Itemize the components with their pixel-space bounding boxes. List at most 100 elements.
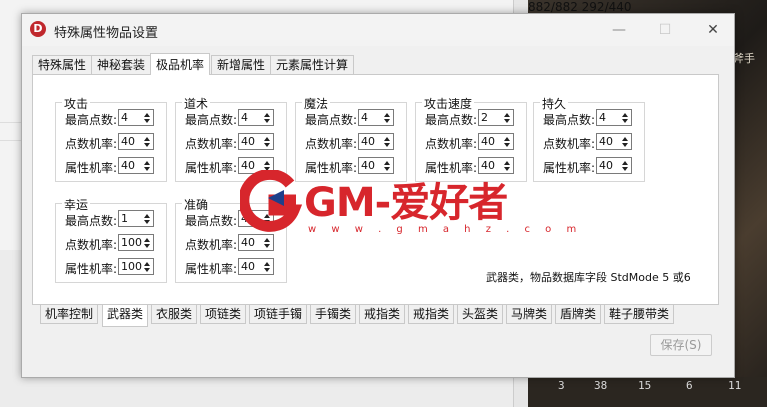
watermark: GM-爱好者 w w w . g m a h z . c o m	[240, 168, 576, 248]
max-points-spinner[interactable]: 4	[358, 109, 394, 126]
game-hotbar: 3 38 15 6 11	[528, 377, 767, 407]
spinner-value: 40	[599, 159, 613, 172]
max-points-spinner[interactable]: 4	[118, 109, 154, 126]
spinner-arrows-icon[interactable]	[143, 158, 152, 173]
spinner-arrows-icon[interactable]	[503, 134, 512, 149]
point-rate-spinner[interactable]: 40	[238, 133, 274, 150]
spinner-arrows-icon[interactable]	[143, 110, 152, 125]
group-durability: 持久 最高点数: 4 点数机率: 40 属性机率: 40	[533, 95, 645, 182]
minimize-button[interactable]: —	[604, 20, 634, 40]
spinner-value: 2	[481, 111, 488, 124]
attr-rate-spinner[interactable]: 40	[118, 157, 154, 174]
spinner-value: 100	[121, 260, 142, 273]
max-points-label: 最高点数:	[185, 214, 238, 228]
spinner-arrows-icon[interactable]	[143, 235, 152, 250]
attr-rate-label: 属性机率:	[65, 262, 118, 276]
spinner-value: 40	[599, 135, 613, 148]
spinner-value: 40	[241, 260, 255, 273]
tab-mystery-set[interactable]: 神秘套装	[91, 55, 152, 74]
hotbar-count: 11	[728, 379, 742, 392]
spinner-arrows-icon[interactable]	[263, 134, 272, 149]
attr-rate-label: 属性机率:	[185, 161, 238, 175]
window-title: 特殊属性物品设置	[54, 26, 159, 41]
attr-rate-label: 属性机率:	[185, 262, 238, 276]
group-title: 幸运	[62, 196, 91, 213]
point-rate-spinner[interactable]: 40	[596, 133, 632, 150]
spinner-arrows-icon[interactable]	[263, 110, 272, 125]
watermark-text: GM-爱好者	[304, 180, 508, 226]
group-title: 魔法	[302, 95, 331, 112]
point-rate-spinner[interactable]: 40	[478, 133, 514, 150]
tab-rate-control[interactable]: 机率控制	[40, 305, 99, 324]
group-title: 持久	[540, 95, 569, 112]
spinner-arrows-icon[interactable]	[621, 134, 630, 149]
point-rate-label: 点数机率:	[185, 238, 238, 252]
group-title: 道术	[182, 95, 211, 112]
point-rate-spinner[interactable]: 40	[358, 133, 394, 150]
max-points-spinner[interactable]: 2	[478, 109, 514, 126]
max-points-spinner[interactable]: 4	[596, 109, 632, 126]
game-hud-stats: 882/882 292/440	[528, 0, 632, 14]
save-button[interactable]: 保存(S)	[650, 334, 712, 356]
spinner-arrows-icon[interactable]	[143, 211, 152, 226]
tab-horse-card[interactable]: 马牌类	[506, 305, 553, 324]
game-side-label: 斧手	[733, 52, 755, 65]
spinner-value: 40	[241, 135, 255, 148]
tab-ring[interactable]: 戒指类	[359, 305, 406, 324]
attr-rate-label: 属性机率:	[543, 161, 596, 175]
close-button[interactable]: ✕	[698, 20, 728, 40]
max-points-spinner[interactable]: 4	[238, 109, 274, 126]
tab-extreme-rate[interactable]: 极品机率	[150, 53, 211, 75]
spinner-arrows-icon[interactable]	[143, 259, 152, 274]
spinner-value: 4	[121, 111, 128, 124]
watermark-url: w w w . g m a h z . c o m	[308, 224, 583, 235]
attr-rate-spinner[interactable]: 100	[118, 258, 154, 275]
spinner-value: 40	[121, 159, 135, 172]
tab-special-attributes[interactable]: 特殊属性	[32, 55, 93, 74]
max-points-label: 最高点数:	[305, 113, 358, 127]
attr-rate-spinner[interactable]: 40	[238, 258, 274, 275]
tab-helmet[interactable]: 头盔类	[457, 305, 504, 324]
point-rate-label: 点数机率:	[305, 137, 358, 151]
group-title: 准确	[182, 196, 211, 213]
title-bar[interactable]: D 特殊属性物品设置 — ☐ ✕	[22, 14, 734, 46]
spinner-arrows-icon[interactable]	[383, 134, 392, 149]
group-luck: 幸运 最高点数: 1 点数机率: 100 属性机率: 100	[55, 196, 167, 283]
spinner-arrows-icon[interactable]	[621, 110, 630, 125]
tab-clothes[interactable]: 衣服类	[151, 305, 198, 324]
point-rate-spinner[interactable]: 100	[118, 234, 154, 251]
point-rate-label: 点数机率:	[543, 137, 596, 151]
tab-bracelet[interactable]: 手镯类	[310, 305, 357, 324]
tab-necklace[interactable]: 项链类	[200, 305, 247, 324]
spinner-arrows-icon[interactable]	[383, 110, 392, 125]
spinner-value: 100	[121, 236, 142, 249]
spinner-value: 40	[481, 135, 495, 148]
spinner-value: 4	[361, 111, 368, 124]
group-attack: 攻击 最高点数: 4 点数机率: 40 属性机率: 40	[55, 95, 167, 182]
spinner-value: 4	[241, 111, 248, 124]
app-logo-icon: D	[30, 21, 46, 37]
point-rate-label: 点数机率:	[65, 137, 118, 151]
attr-rate-label: 属性机率:	[65, 161, 118, 175]
point-rate-label: 点数机率:	[185, 137, 238, 151]
max-points-spinner[interactable]: 1	[118, 210, 154, 227]
tab-shoes-belt[interactable]: 鞋子腰带类	[604, 305, 675, 324]
spinner-arrows-icon[interactable]	[503, 110, 512, 125]
point-rate-label: 点数机率:	[425, 137, 478, 151]
point-rate-spinner[interactable]: 40	[118, 133, 154, 150]
spinner-arrows-icon[interactable]	[263, 259, 272, 274]
tab-shield[interactable]: 盾牌类	[555, 305, 602, 324]
tab-new-attributes[interactable]: 新增属性	[211, 55, 272, 74]
tab-necklace-bracelet[interactable]: 项链手镯	[249, 305, 308, 324]
tab-ring-2[interactable]: 戒指类	[408, 305, 455, 324]
maximize-button[interactable]: ☐	[650, 20, 680, 40]
spinner-arrows-icon[interactable]	[143, 134, 152, 149]
hotbar-count: 15	[638, 379, 652, 392]
spinner-arrows-icon[interactable]	[621, 158, 630, 173]
max-points-label: 最高点数:	[185, 113, 238, 127]
tab-weapons[interactable]: 武器类	[102, 305, 149, 327]
watermark-logo-icon	[240, 170, 303, 232]
max-points-label: 最高点数:	[65, 214, 118, 228]
attr-rate-spinner[interactable]: 40	[596, 157, 632, 174]
tab-element-calc[interactable]: 元素属性计算	[270, 55, 355, 74]
